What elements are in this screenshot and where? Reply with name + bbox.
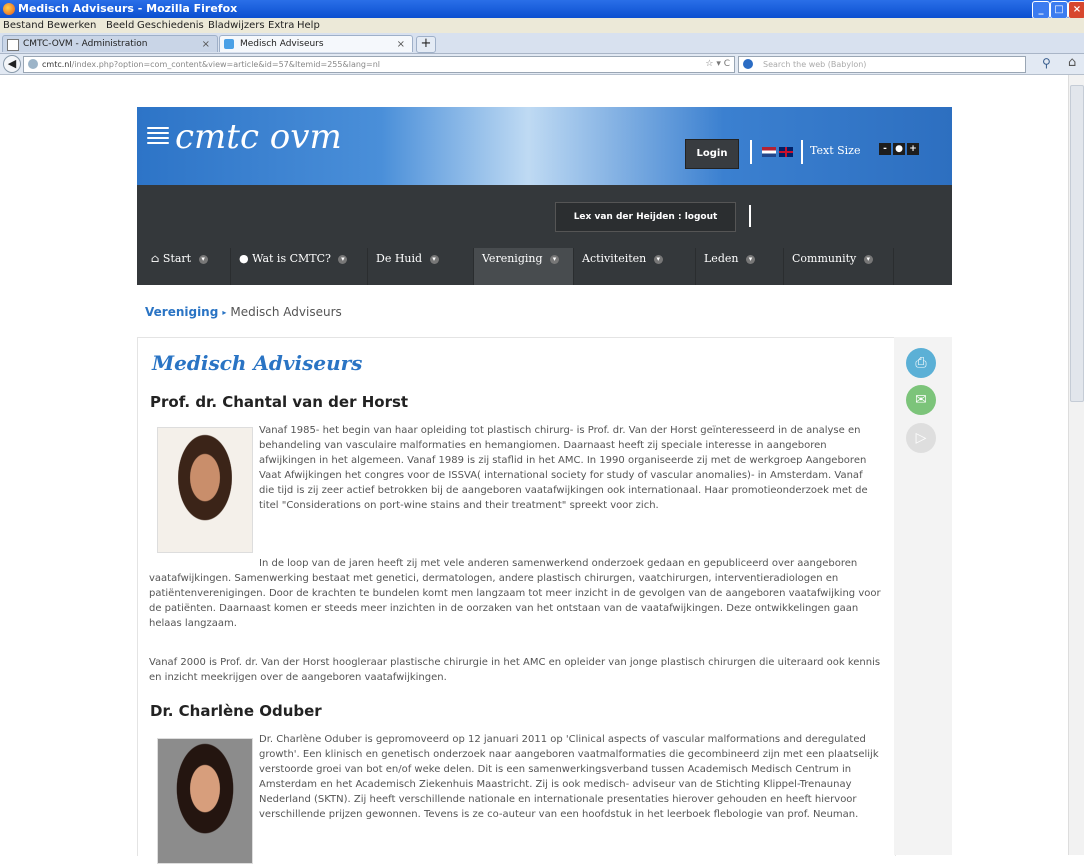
breadcrumb-current: Medisch Adviseurs [230,305,342,319]
email-button[interactable]: ✉ [906,385,936,415]
chevron-down-icon: ▾ [429,254,439,264]
logo-text: cmtc ovm [175,117,342,157]
tab-label: Medisch Adviseurs [240,39,324,49]
user-logout-link[interactable]: Lex van der Heijden : logout [555,202,736,232]
chevron-down-icon: ▾ [653,254,663,264]
tab-label: CMTC-OVM - Administration [23,39,148,49]
nav-item-wat-is-cmtc[interactable]: ● Wat is CMTC? ▾ [231,248,368,285]
menu-bladwijzers[interactable]: Bladwijzers [208,18,265,33]
search-icon[interactable]: ⚲ [1042,56,1051,70]
bio-paragraph: Dr. Charlène Oduber is gepromoveerd op 1… [259,734,879,820]
person-photo [157,427,253,553]
chevron-down-icon: ▾ [745,254,755,264]
logo-lines-icon [147,127,169,151]
window-title: Medisch Adviseurs - Mozilla Firefox [18,2,238,15]
tab-close-icon[interactable]: × [202,36,210,53]
nav-label: Activiteiten [582,252,647,265]
menu-bewerken[interactable]: Bewerken [47,18,96,33]
nav-item-community[interactable]: Community ▾ [784,248,894,285]
firefox-icon [3,3,15,15]
text-size-label: Text Size [810,144,861,157]
bio-paragraph: In de loop van de jaren heeft zij met ve… [149,558,881,629]
nav-label: Community [792,252,857,265]
site-favicon-icon [224,39,234,49]
nav-item-activiteiten[interactable]: Activiteiten ▾ [574,248,696,285]
menu-help[interactable]: Help [297,18,320,33]
person-name-heading: Dr. Charlène Oduber [150,702,322,720]
page-title: Medisch Adviseurs [152,351,363,375]
uk-flag-icon[interactable] [779,147,793,157]
babylon-icon [743,59,753,69]
nav-item-vereniging[interactable]: Vereniging ▾ [474,248,574,285]
chevron-down-icon: ▾ [338,254,348,264]
search-placeholder: Search the web (Babylon) [763,60,867,69]
close-button[interactable]: × [1068,1,1084,19]
chevron-down-icon: ▾ [863,254,873,264]
pdf-button[interactable]: ▷ [906,423,936,453]
breadcrumb-link-vereniging[interactable]: Vereniging [145,305,218,319]
bookmark-reload-icons[interactable]: ☆ ▾ C [705,57,730,72]
page-icon [7,39,19,51]
text-size-decrease-button[interactable]: - [879,143,891,155]
breadcrumb: Vereniging ▸ Medisch Adviseurs [145,305,342,319]
home-icon[interactable]: ⌂ [1068,55,1076,70]
navigation-toolbar: ◀ cmtc.nl/index.php?option=com_content&v… [0,54,1084,75]
bio-paragraph: Vanaf 2000 is Prof. dr. Van der Horst ho… [149,657,881,683]
nav-label: Leden [704,252,739,265]
text-size-increase-button[interactable]: + [907,143,919,155]
nav-label: Vereniging [482,252,543,265]
globe-icon [28,59,38,69]
menu-bar: Bestand Bewerken Beeld Geschiedenis Blad… [0,18,1084,33]
window-titlebar: Medisch Adviseurs - Mozilla Firefox _ □ … [0,0,1084,19]
nav-label: De Huid [376,252,423,265]
site-header: cmtc ovm Login Text Size - ● + [137,107,952,185]
search-input[interactable]: Search the web (Babylon) [738,56,1026,73]
home-icon: ⌂ [151,252,160,265]
chevron-down-icon: ▾ [550,254,559,264]
person-name-heading: Prof. dr. Chantal van der Horst [150,393,409,411]
chevron-down-icon: ▾ [198,254,208,264]
url-text: cmtc.nl/index.php?option=com_content&vie… [42,60,380,69]
header-divider [801,140,803,164]
info-icon: ● [239,252,249,265]
maximize-button[interactable]: □ [1050,1,1068,19]
nav-divider [749,205,751,227]
tab-close-icon[interactable]: × [397,36,405,53]
minimize-button[interactable]: _ [1032,1,1050,19]
site-navigation: Lex van der Heijden : logout ⌂ Start ▾ ●… [137,185,952,285]
print-button[interactable]: ⎙ [906,348,936,378]
nav-item-leden[interactable]: Leden ▾ [696,248,784,285]
address-bar[interactable]: cmtc.nl/index.php?option=com_content&vie… [23,56,735,73]
tab-bar: CMTC-OVM - Administration × Medisch Advi… [0,33,1084,54]
tab-medisch-adviseurs[interactable]: Medisch Adviseurs × [219,35,413,52]
scrollbar-thumb[interactable] [1070,85,1084,402]
dutch-flag-icon[interactable] [762,147,776,157]
tab-administration[interactable]: CMTC-OVM - Administration × [2,35,218,52]
menu-extra[interactable]: Extra [268,18,294,33]
nav-label: Wat is CMTC? [252,252,331,265]
nav-item-de-huid[interactable]: De Huid ▾ [368,248,474,285]
menu-geschiedenis[interactable]: Geschiedenis [137,18,204,33]
back-button[interactable]: ◀ [3,55,21,73]
nav-item-start[interactable]: ⌂ Start ▾ [143,248,231,285]
nav-label: Start [162,252,192,265]
menu-bestand[interactable]: Bestand [3,18,44,33]
menu-beeld[interactable]: Beeld [106,18,134,33]
text-size-reset-button[interactable]: ● [893,143,905,155]
bio-paragraph: Vanaf 1985- het begin van haar opleiding… [259,425,868,511]
breadcrumb-separator-icon: ▸ [222,308,227,317]
person-photo [157,738,253,864]
new-tab-button[interactable]: + [416,36,436,53]
header-divider [750,140,752,164]
login-button[interactable]: Login [685,139,739,169]
